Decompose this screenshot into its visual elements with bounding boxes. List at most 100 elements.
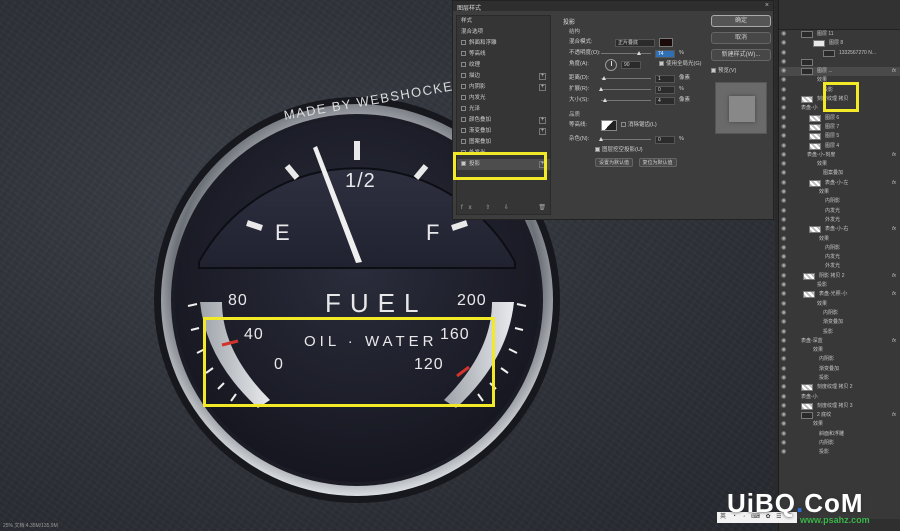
angle-dial[interactable] — [605, 59, 617, 71]
distance-input[interactable]: 1 — [655, 75, 675, 83]
style-checkbox[interactable] — [461, 150, 466, 156]
style-checkbox[interactable] — [461, 139, 466, 145]
layer-row[interactable]: ◉ 投影 — [779, 328, 900, 337]
visibility-eye-icon[interactable]: ◉ — [781, 448, 786, 457]
style-item[interactable]: 斜面和浮雕 — [457, 38, 550, 49]
layer-row[interactable]: ◉ 图案叠加 — [779, 169, 900, 178]
new-style-button[interactable]: 新建样式(W)... — [711, 49, 771, 61]
visibility-eye-icon[interactable]: ◉ — [781, 328, 786, 337]
visibility-eye-icon[interactable]: ◉ — [781, 114, 786, 123]
visibility-eye-icon[interactable]: ◉ — [781, 132, 786, 141]
style-list-footer[interactable]: fx ⇧ ⇩ — [461, 204, 515, 211]
style-checkbox[interactable] — [461, 161, 466, 167]
layer-row[interactable]: ◉ 投影 — [779, 374, 900, 383]
style-item[interactable]: 渐变叠加 + — [457, 126, 550, 137]
visibility-eye-icon[interactable]: ◉ — [781, 300, 786, 309]
layer-row[interactable]: ◉ 斜面和浮雕 — [779, 430, 900, 439]
style-checkbox[interactable] — [461, 117, 466, 123]
style-checkbox[interactable] — [461, 95, 466, 101]
add-style-icon[interactable]: + — [539, 161, 546, 168]
layer-row[interactable]: ◉ 图层 ... fx — [779, 67, 900, 77]
style-item[interactable]: 内发光 — [457, 93, 550, 104]
visibility-eye-icon[interactable]: ◉ — [781, 39, 786, 48]
style-item[interactable]: 光泽 — [457, 104, 550, 115]
visibility-eye-icon[interactable]: ◉ — [781, 272, 786, 281]
style-checkbox[interactable] — [461, 40, 466, 46]
visibility-eye-icon[interactable]: ◉ — [781, 86, 786, 95]
layer-row[interactable]: ◉ 刻度纹理 拷贝 3 — [779, 402, 900, 411]
visibility-eye-icon[interactable]: ◉ — [781, 67, 786, 76]
layer-row[interactable]: ◉ 表盘-深蓝 fx — [779, 337, 900, 346]
add-style-icon[interactable]: + — [539, 73, 546, 80]
layer-row[interactable]: ◉ 表盘-小-左 fx — [779, 179, 900, 188]
layer-row[interactable]: ◉ 效果 — [779, 235, 900, 244]
layer-fx-icon[interactable]: fx — [892, 337, 896, 346]
layer-row[interactable]: ◉ 渐变叠加 — [779, 318, 900, 327]
layer-row[interactable]: ◉ 内阴影 — [779, 309, 900, 318]
visibility-eye-icon[interactable]: ◉ — [781, 253, 786, 262]
layer-style-dialog[interactable]: 图层样式 × 样式 混合选项 斜面和浮雕 等高线 纹理 描边 + 内阴影 + 内发光 光泽 颜色叠加 +… — [452, 0, 774, 220]
ok-button[interactable]: 确定 — [711, 15, 771, 27]
layer-row[interactable]: ◉ 刻度纹理 拷贝 2 — [779, 383, 900, 392]
layer-row[interactable]: ◉ 内阴影 — [779, 197, 900, 206]
visibility-eye-icon[interactable]: ◉ — [781, 58, 786, 67]
global-light-checkbox[interactable]: 使用全局光(G) — [659, 59, 701, 70]
visibility-eye-icon[interactable]: ◉ — [781, 402, 786, 411]
style-item[interactable]: 图案叠加 — [457, 137, 550, 148]
layer-row[interactable]: ◉ 图层 6 — [779, 114, 900, 123]
visibility-eye-icon[interactable]: ◉ — [781, 439, 786, 448]
opacity-slider[interactable] — [601, 51, 651, 55]
style-checkbox[interactable] — [461, 62, 466, 68]
layer-row[interactable]: ◉ 内发光 — [779, 253, 900, 262]
size-input[interactable]: 4 — [655, 97, 675, 105]
layer-row[interactable]: ◉ 表盘-小 — [779, 393, 900, 402]
visibility-eye-icon[interactable]: ◉ — [781, 169, 786, 178]
layer-row[interactable]: ◉ 内阴影 — [779, 244, 900, 253]
visibility-eye-icon[interactable]: ◉ — [781, 346, 786, 355]
style-item[interactable]: 纹理 — [457, 60, 550, 71]
layer-row[interactable]: ◉ 效果 — [779, 300, 900, 309]
layer-row[interactable]: ◉ 刻度纹理 拷贝 — [779, 95, 900, 104]
spread-input[interactable]: 0 — [655, 86, 675, 94]
style-checkbox[interactable] — [461, 106, 466, 112]
layer-fx-icon[interactable]: fx — [892, 411, 896, 420]
layer-row[interactable]: ◉ 效果 — [779, 420, 900, 429]
layer-fx-icon[interactable]: fx — [892, 151, 896, 160]
style-checkbox[interactable] — [461, 51, 466, 57]
visibility-eye-icon[interactable]: ◉ — [781, 235, 786, 244]
visibility-eye-icon[interactable]: ◉ — [781, 318, 786, 327]
style-item[interactable]: 混合选项 — [457, 27, 550, 38]
layer-row[interactable]: ◉ 表盘-小 — [779, 104, 900, 113]
noise-input[interactable]: 0 — [655, 136, 675, 144]
layer-row[interactable]: ◉ 内阴影 — [779, 355, 900, 364]
layer-row[interactable]: ◉ 图层 4 — [779, 142, 900, 151]
layer-row[interactable]: ◉ 效果 — [779, 346, 900, 355]
spread-slider[interactable] — [599, 87, 651, 91]
visibility-eye-icon[interactable]: ◉ — [781, 420, 786, 429]
layer-row[interactable]: ◉ 投影 — [779, 448, 900, 457]
visibility-eye-icon[interactable]: ◉ — [781, 76, 786, 85]
shadow-color-swatch[interactable] — [659, 38, 673, 47]
layer-row[interactable]: ◉ 内发光 — [779, 207, 900, 216]
visibility-eye-icon[interactable]: ◉ — [781, 281, 786, 290]
antialias-checkbox[interactable]: 消除锯齿(L) — [621, 120, 657, 131]
visibility-eye-icon[interactable]: ◉ — [781, 151, 786, 160]
contour-picker[interactable] — [601, 120, 617, 131]
layer-row[interactable]: ◉ 内阴影 — [779, 439, 900, 448]
visibility-eye-icon[interactable]: ◉ — [781, 393, 786, 402]
add-style-icon[interactable]: + — [539, 117, 546, 124]
style-item[interactable]: 颜色叠加 + — [457, 115, 550, 126]
layer-fx-icon[interactable]: fx — [892, 179, 896, 188]
noise-slider[interactable] — [599, 137, 651, 141]
visibility-eye-icon[interactable]: ◉ — [781, 207, 786, 216]
set-default-button[interactable]: 设置为默认值 — [595, 158, 634, 167]
cancel-button[interactable]: 取消 — [711, 32, 771, 44]
visibility-eye-icon[interactable]: ◉ — [781, 49, 786, 58]
layer-row[interactable]: ◉ 2 底纹 fx — [779, 411, 900, 420]
layer-fx-icon[interactable]: fx — [892, 67, 896, 76]
layer-fx-icon[interactable]: fx — [892, 272, 896, 281]
visibility-eye-icon[interactable]: ◉ — [781, 383, 786, 392]
size-slider[interactable] — [601, 98, 651, 102]
visibility-eye-icon[interactable]: ◉ — [781, 337, 786, 346]
trash-icon[interactable]: 🗑 — [538, 204, 546, 211]
